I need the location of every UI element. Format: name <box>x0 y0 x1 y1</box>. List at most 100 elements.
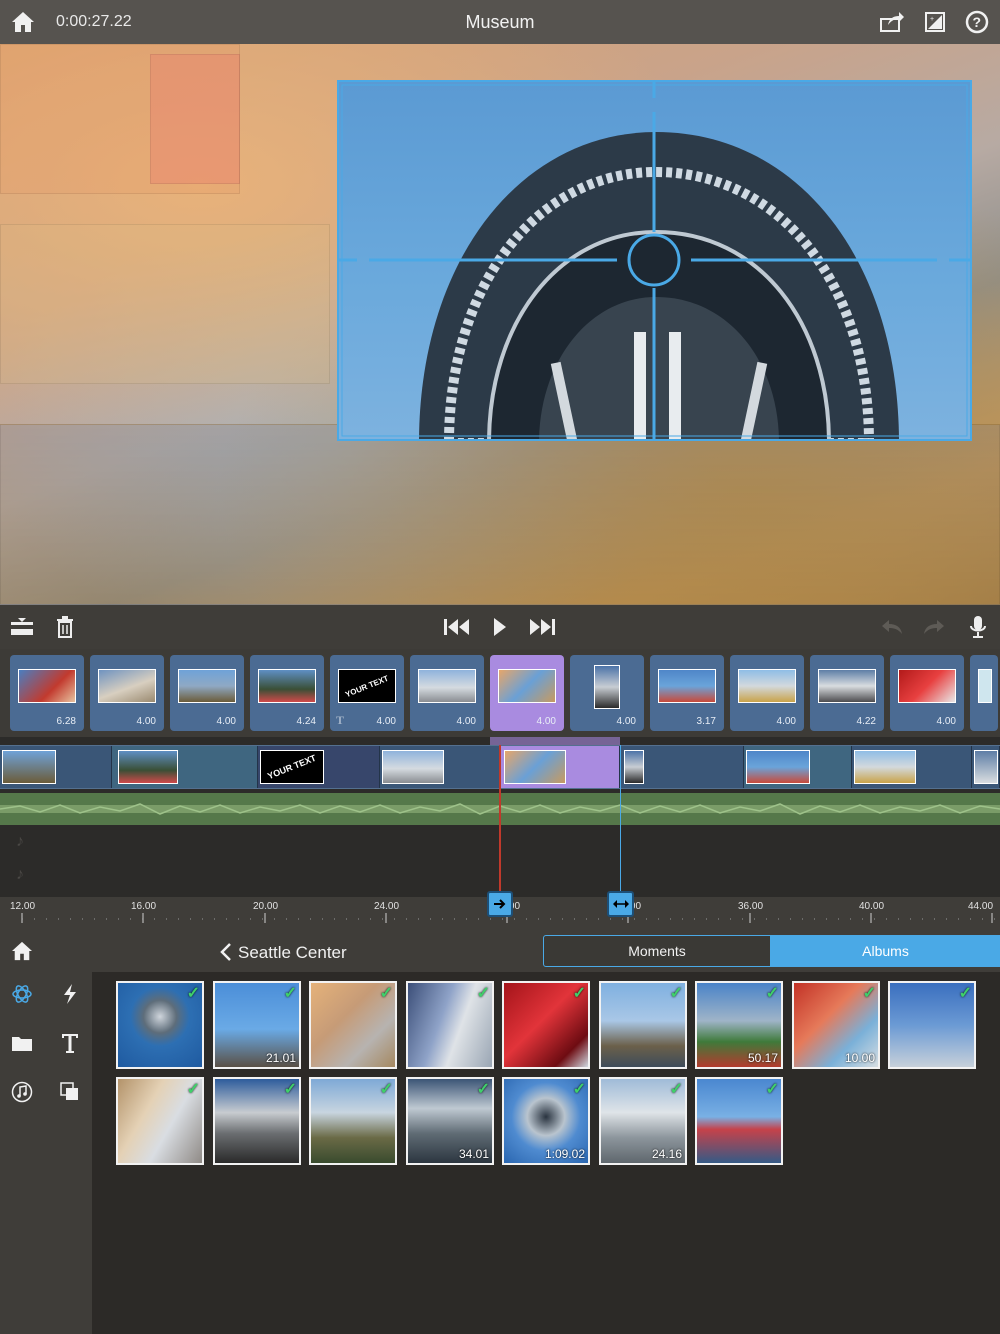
split-icon[interactable] <box>10 617 34 637</box>
media-thumbnail[interactable]: ✓ <box>599 981 687 1069</box>
clip-duration: 4.24 <box>296 716 316 727</box>
check-icon: ✓ <box>958 985 972 1002</box>
media-thumbnail[interactable]: ✓ <box>502 981 590 1069</box>
media-thumbnail[interactable]: ✓ <box>116 1077 204 1165</box>
clip-tile[interactable] <box>970 655 998 731</box>
playhead-handle[interactable] <box>487 891 513 917</box>
media-thumbnail[interactable]: ✓ <box>888 981 976 1069</box>
clip-thumbnail <box>738 669 796 703</box>
clip-tile-selected[interactable]: 4.00 <box>490 655 564 731</box>
title-clip-tile[interactable]: YOUR TEXT T 4.00 <box>330 655 404 731</box>
trim-arrows-icon <box>612 900 629 908</box>
project-title: Museum <box>465 12 535 32</box>
clip-thumbnail <box>178 669 236 703</box>
check-icon: ✓ <box>186 1081 200 1098</box>
segment-thumbnail <box>746 750 810 784</box>
media-thumbnail[interactable]: ✓ 1:09.02 <box>502 1077 590 1165</box>
check-icon: ✓ <box>765 1081 779 1098</box>
ruler-label: 40.00 <box>859 901 885 912</box>
clip-duration: 4.00 <box>376 716 396 727</box>
media-thumbnail[interactable]: ✓ 34.01 <box>406 1077 494 1165</box>
segment-thumbnail <box>854 750 916 784</box>
clip-tile[interactable]: 4.00 <box>410 655 484 731</box>
video-segment-selected[interactable] <box>500 746 620 788</box>
check-icon: ✓ <box>572 985 586 1002</box>
media-thumbnail[interactable]: ✓ 50.17 <box>695 981 783 1069</box>
check-icon: ✓ <box>283 1081 297 1098</box>
timeline[interactable]: YOUR TEXT ♪ ♪ <box>0 737 1000 897</box>
clip-tile[interactable]: 6.28 <box>10 655 84 731</box>
clip-tile[interactable]: 4.00 <box>170 655 244 731</box>
video-segment[interactable] <box>744 746 852 788</box>
media-icon[interactable] <box>10 982 34 1006</box>
play-icon[interactable] <box>491 616 509 638</box>
folder-icon[interactable] <box>10 1031 34 1055</box>
media-thumbnail[interactable]: ✓ <box>116 981 204 1069</box>
clip-duration: 4.00 <box>456 716 476 727</box>
title-segment-text: YOUR TEXT <box>266 752 318 782</box>
transitions-icon[interactable] <box>58 982 82 1006</box>
media-thumbnail[interactable]: ✓ <box>309 981 397 1069</box>
media-thumbnail[interactable]: ✓ 24.16 <box>599 1077 687 1165</box>
clip-duration: 4.00 <box>216 716 236 727</box>
clip-tile[interactable]: 4.00 <box>730 655 804 731</box>
ruler-label: 24.00 <box>374 901 400 912</box>
project-settings-icon[interactable]: + <box>924 11 946 33</box>
video-segment[interactable] <box>620 746 744 788</box>
trim-handle[interactable] <box>607 891 634 917</box>
media-duration: 1:09.02 <box>544 1147 585 1161</box>
home-icon[interactable] <box>10 939 34 963</box>
microphone-icon[interactable] <box>968 614 988 640</box>
playback-toolbar <box>0 605 1000 649</box>
media-thumbnail[interactable]: ✓ <box>213 1077 301 1165</box>
album-back-link[interactable]: Seattle Center <box>238 943 347 963</box>
video-segment[interactable] <box>0 746 112 788</box>
building-panel <box>0 224 330 384</box>
media-duration: 21.01 <box>265 1051 296 1065</box>
clip-tile[interactable]: 3.17 <box>650 655 724 731</box>
title-segment[interactable]: YOUR TEXT <box>258 746 380 788</box>
check-icon: ✓ <box>669 985 683 1002</box>
video-segment[interactable] <box>972 746 1000 788</box>
time-ruler[interactable]: 12.00 16.00 20.00 24.00 28.00 32.00 36.0… <box>0 891 1000 927</box>
tab-moments[interactable]: Moments <box>543 935 771 967</box>
redo-icon[interactable] <box>922 617 946 637</box>
video-preview[interactable] <box>0 44 1000 605</box>
clip-tile[interactable]: 4.00 <box>890 655 964 731</box>
video-segment[interactable] <box>852 746 972 788</box>
clip-tile[interactable]: 4.24 <box>250 655 324 731</box>
check-icon: ✓ <box>379 985 393 1002</box>
clip-duration: 4.00 <box>936 716 956 727</box>
check-icon: ✓ <box>669 1081 683 1098</box>
clip-thumbnail <box>898 669 956 703</box>
media-thumbnail[interactable]: ✓ <box>309 1077 397 1165</box>
video-segment[interactable] <box>112 746 258 788</box>
share-icon[interactable] <box>879 10 905 34</box>
help-icon[interactable]: ? <box>964 9 990 35</box>
clip-tile[interactable]: 4.00 <box>90 655 164 731</box>
media-thumbnail[interactable]: ✓ 10.00 <box>792 981 880 1069</box>
media-thumbnail[interactable]: ✓ <box>695 1077 783 1165</box>
music-icon[interactable] <box>10 1080 34 1104</box>
media-thumbnail[interactable]: ✓ 21.01 <box>213 981 301 1069</box>
check-icon: ✓ <box>572 1081 586 1098</box>
tab-albums[interactable]: Albums <box>771 935 1000 967</box>
segment-thumbnail <box>974 750 998 784</box>
titles-icon[interactable] <box>58 1031 82 1055</box>
clip-duration: 3.17 <box>696 716 716 727</box>
music-note-glyph: ♪ <box>16 866 24 883</box>
segment-thumbnail <box>2 750 56 784</box>
video-segment[interactable] <box>380 746 500 788</box>
trash-icon[interactable] <box>54 615 76 639</box>
clip-tile[interactable]: 4.22 <box>810 655 884 731</box>
undo-icon[interactable] <box>880 617 904 637</box>
clip-tile[interactable]: 4.00 <box>570 655 644 731</box>
check-icon: ✓ <box>765 985 779 1002</box>
chevron-left-icon[interactable] <box>218 942 234 962</box>
skip-forward-icon[interactable] <box>528 617 556 637</box>
overlay-icon[interactable] <box>58 1080 82 1104</box>
media-thumbnail[interactable]: ✓ <box>406 981 494 1069</box>
library-sidebar <box>0 927 92 1334</box>
skip-back-icon[interactable] <box>443 617 471 637</box>
media-duration: 10.00 <box>844 1051 875 1065</box>
